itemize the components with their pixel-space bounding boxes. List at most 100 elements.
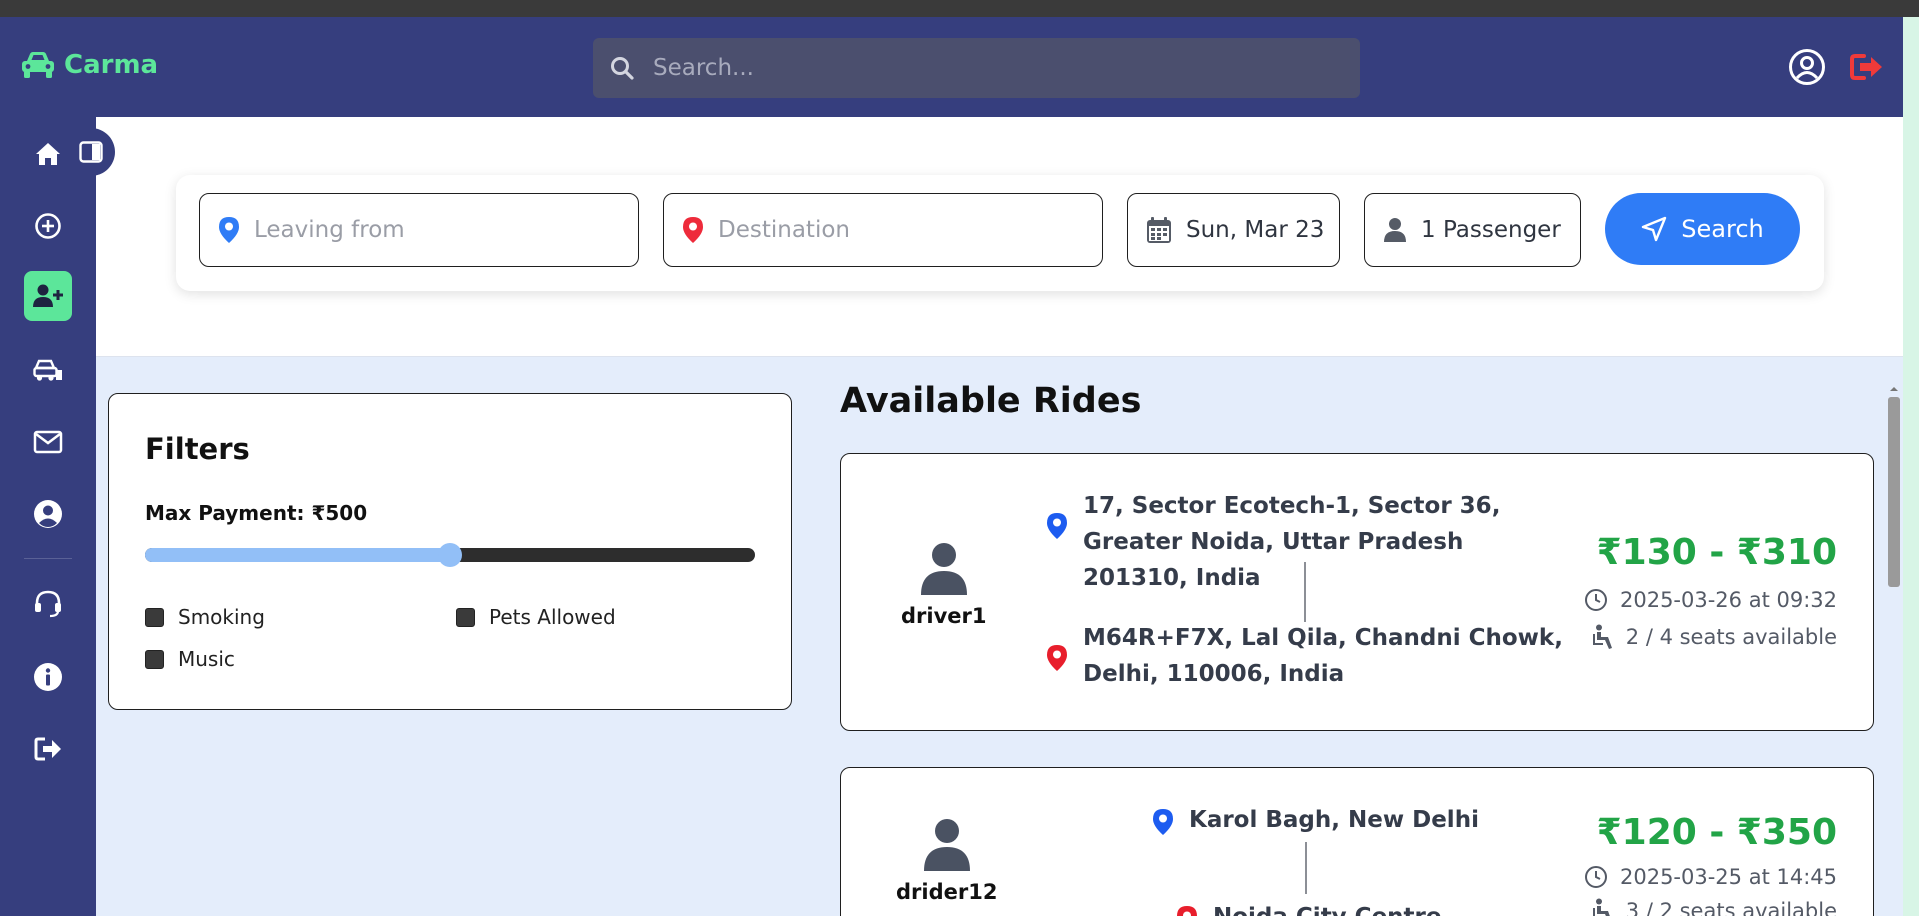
search-rides-button[interactable]: Search xyxy=(1605,193,1800,265)
sidebar-item-info[interactable] xyxy=(24,652,72,702)
checkbox-music[interactable] xyxy=(145,649,164,669)
ride-seats: 2 / 4 seats available xyxy=(1592,624,1837,650)
checkbox-pets[interactable] xyxy=(456,607,475,627)
global-search-input[interactable] xyxy=(653,55,1333,81)
sidebar-item-rides[interactable] xyxy=(24,345,72,395)
destination-input[interactable] xyxy=(718,217,1048,243)
ride-price: ₹120 - ₹350 xyxy=(1596,812,1837,853)
sidebar-item-messages[interactable] xyxy=(24,417,72,467)
car-icon xyxy=(20,51,56,79)
ride-seats-text: 3 / 2 seats available xyxy=(1625,899,1837,916)
sidebar xyxy=(0,117,96,916)
ride-price: ₹130 - ₹310 xyxy=(1596,532,1837,573)
leaving-from-input[interactable] xyxy=(254,217,584,243)
filter-music-label: Music xyxy=(178,647,235,671)
sidebar-item-create[interactable] xyxy=(24,201,72,251)
date-value: Sun, Mar 23 xyxy=(1186,217,1325,243)
ride-search-card: Sun, Mar 23 1 Passenger Search xyxy=(176,175,1824,291)
home-icon xyxy=(34,141,62,167)
car-side-icon xyxy=(33,358,63,382)
filter-music[interactable]: Music xyxy=(145,647,235,671)
rides-scrollbar[interactable] xyxy=(1885,384,1903,916)
rides-title: Available Rides xyxy=(840,381,1142,421)
ride-card[interactable]: drider12 Karol Bagh, New Delhi Noida Cit… xyxy=(840,767,1874,916)
ride-to: M64R+F7X, Lal Qila, Chandni Chowk, Delhi… xyxy=(1083,625,1563,687)
sidebar-toggle-button[interactable] xyxy=(67,128,115,176)
destination-field[interactable] xyxy=(663,193,1103,267)
search-button-label: Search xyxy=(1681,215,1764,243)
map-pin-red-icon xyxy=(1176,905,1198,916)
leaving-from-field[interactable] xyxy=(199,193,639,267)
checkbox-smoking[interactable] xyxy=(145,607,164,627)
driver-avatar-icon xyxy=(922,818,972,872)
sign-out-icon xyxy=(34,737,62,761)
sidebar-item-add-user[interactable] xyxy=(24,271,72,321)
global-search xyxy=(593,38,1360,98)
ride-from: 17, Sector Ecotech-1, Sector 36, Greater… xyxy=(1083,493,1501,591)
app-header: Carma xyxy=(0,17,1903,117)
map-pin-red-icon xyxy=(1046,644,1068,672)
max-payment-label: Max Payment: ₹500 xyxy=(145,501,368,525)
ride-datetime: 2025-03-26 at 09:32 xyxy=(1584,588,1837,612)
slider-thumb[interactable] xyxy=(438,543,462,567)
driver-name: driver1 xyxy=(901,604,987,628)
ride-seats-text: 2 / 4 seats available xyxy=(1625,625,1837,649)
paper-plane-icon xyxy=(1641,216,1667,242)
driver-avatar-icon xyxy=(919,542,969,596)
info-icon xyxy=(33,662,63,692)
ride-to: Noida City Centre xyxy=(1213,899,1441,916)
driver-name: drider12 xyxy=(896,880,998,904)
map-pin-red-icon xyxy=(682,216,704,244)
logout-icon[interactable] xyxy=(1850,53,1884,81)
filter-pets[interactable]: Pets Allowed xyxy=(456,605,616,629)
sidebar-divider xyxy=(24,558,72,559)
sidebar-item-logout[interactable] xyxy=(24,724,72,774)
map-pin-blue-icon xyxy=(1152,808,1174,836)
ride-datetime-text: 2025-03-25 at 14:45 xyxy=(1619,865,1837,889)
passenger-field[interactable]: 1 Passenger xyxy=(1364,193,1581,267)
route-connector xyxy=(1304,562,1306,622)
ride-card[interactable]: driver1 17, Sector Ecotech-1, Sector 36,… xyxy=(840,453,1874,731)
seat-icon xyxy=(1592,898,1614,916)
ride-datetime: 2025-03-25 at 14:45 xyxy=(1584,865,1837,889)
scroll-up-arrow-icon[interactable] xyxy=(1885,384,1903,394)
brand-name: Carma xyxy=(64,50,159,80)
user-circle-icon[interactable] xyxy=(1788,48,1826,86)
window-top-strip xyxy=(0,0,1919,17)
sidebar-item-profile[interactable] xyxy=(24,489,72,539)
clock-icon xyxy=(1584,865,1608,889)
passenger-value: 1 Passenger xyxy=(1421,217,1561,243)
sidebar-item-home[interactable] xyxy=(24,129,72,179)
map-pin-blue-icon xyxy=(218,216,240,244)
filter-pets-label: Pets Allowed xyxy=(489,605,616,629)
filter-smoking-label: Smoking xyxy=(178,605,265,629)
ride-datetime-text: 2025-03-26 at 09:32 xyxy=(1619,588,1837,612)
user-icon xyxy=(1383,217,1407,243)
panel-toggle-icon xyxy=(79,141,103,163)
driver-info: drider12 xyxy=(896,818,997,904)
map-pin-blue-icon xyxy=(1046,512,1068,540)
user-circle-icon xyxy=(33,499,63,529)
envelope-icon xyxy=(33,430,63,454)
date-field[interactable]: Sun, Mar 23 xyxy=(1127,193,1340,267)
seat-icon xyxy=(1592,624,1614,650)
slider-fill xyxy=(145,548,450,562)
scrollbar-thumb[interactable] xyxy=(1888,397,1900,587)
clock-icon xyxy=(1584,588,1608,612)
ride-seats: 3 / 2 seats available xyxy=(1592,898,1837,916)
filters-panel: Filters Max Payment: ₹500 Smoking Pets A… xyxy=(108,393,792,710)
search-icon xyxy=(609,55,635,81)
driver-info: driver1 xyxy=(901,542,987,628)
headset-icon xyxy=(33,589,63,619)
filters-title: Filters xyxy=(145,432,250,466)
plus-circle-icon xyxy=(34,212,62,240)
filter-smoking[interactable]: Smoking xyxy=(145,605,265,629)
calendar-icon xyxy=(1146,216,1172,244)
brand-logo[interactable]: Carma xyxy=(20,50,158,80)
route-connector xyxy=(1305,842,1307,894)
window-right-edge xyxy=(1903,17,1919,916)
user-plus-icon xyxy=(32,283,64,309)
ride-from: Karol Bagh, New Delhi xyxy=(1189,807,1479,833)
max-payment-slider[interactable] xyxy=(145,543,755,567)
sidebar-item-support[interactable] xyxy=(24,579,72,629)
